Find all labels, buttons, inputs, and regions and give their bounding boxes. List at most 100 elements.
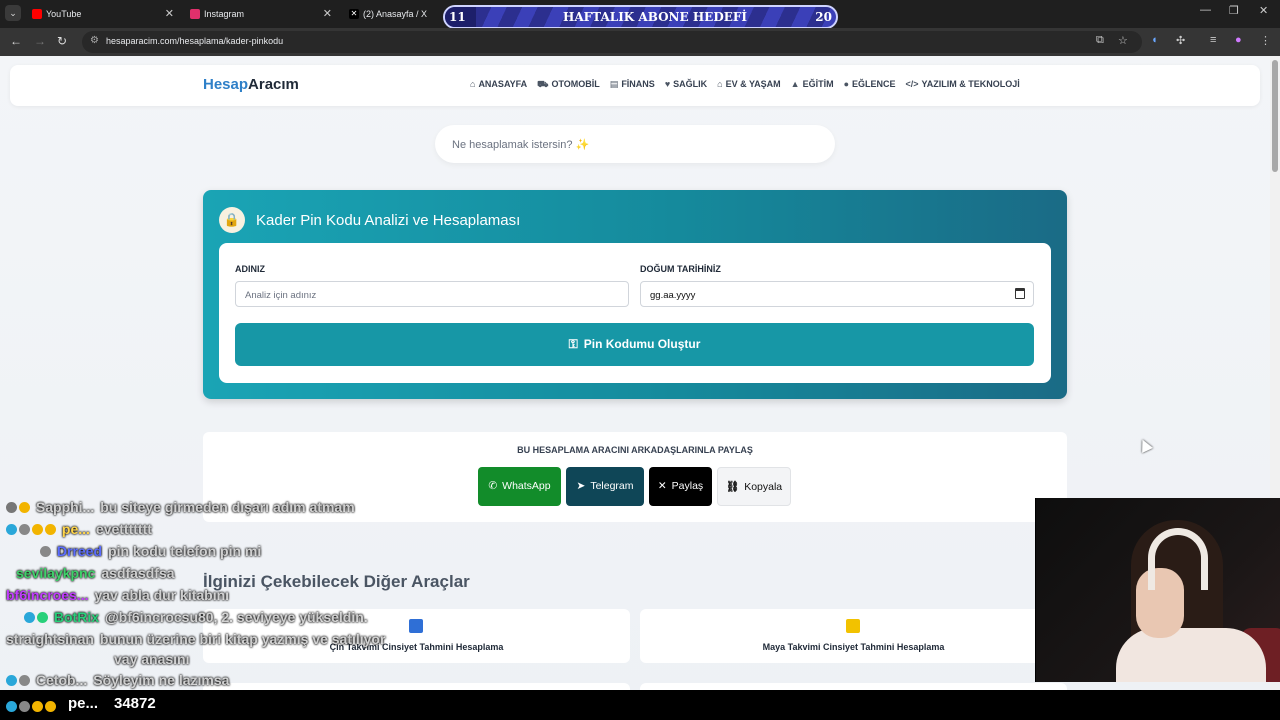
badge-icon — [19, 502, 30, 513]
site-header: HesapAracım ⌂ ANASAYFA ⛟ OTOMOBİL ▤ FİNANS … — [10, 65, 1260, 106]
badge-icon — [32, 524, 43, 535]
badge-icon — [40, 546, 51, 557]
close-tab-icon[interactable]: ✕ — [165, 3, 174, 25]
nav-item-otomobil[interactable]: ⛟ OTOMOBİL — [537, 79, 600, 93]
tab-x[interactable]: ✕ (2) Anasayfa / X — [347, 3, 443, 25]
close-window-icon[interactable]: ✕ — [1259, 4, 1268, 17]
chat-message: straightsinan bunun üzerine biri kitap ya… — [6, 631, 385, 647]
site-info-icon[interactable]: ⚙ — [90, 35, 99, 46]
x-logo-icon: ✕ — [349, 9, 359, 19]
nav-item-eglence[interactable]: ● EĞLENCE — [844, 79, 896, 93]
chat-username: Cetob... — [35, 672, 88, 688]
badge-icon — [32, 701, 43, 712]
calendar-icon[interactable] — [1015, 288, 1025, 299]
close-tab-icon[interactable]: ✕ — [323, 3, 332, 25]
chat-message: bf6incroes... yav abla dur kitabını — [6, 587, 229, 603]
logo-accent: Hesap — [203, 76, 249, 93]
chat-last-line: pe... 34872 — [0, 690, 1280, 720]
nav-label: EĞLENCE — [852, 79, 896, 89]
media-control-icon[interactable]: ≡ — [1210, 34, 1216, 46]
browser-toolbar: ← → ↻ ⚙ hesaparacim.com/hesaplama/kader-… — [0, 28, 1280, 56]
address-bar[interactable]: ⚙ hesaparacim.com/hesaplama/kader-pinkod… — [82, 31, 1142, 53]
nav-item-saglik[interactable]: ♥ SAĞLIK — [665, 79, 707, 93]
finance-icon: ▤ — [609, 79, 619, 89]
badge-icon — [24, 612, 35, 623]
related-tool-card[interactable]: Maya Takvimi Cinsiyet Tahmini Hesaplama — [640, 609, 1067, 663]
chat-text: 34872 — [114, 695, 156, 712]
profile-avatar-icon[interactable]: ● — [1235, 34, 1242, 46]
telegram-icon: ➤ — [576, 480, 586, 492]
tab-youtube[interactable]: YouTube ✕ — [30, 3, 180, 25]
chat-message: vay anasını — [114, 651, 190, 667]
whatsapp-share-button[interactable]: ✆ WhatsApp — [478, 467, 561, 506]
back-icon[interactable]: ← — [10, 34, 22, 48]
birthdate-label: DOĞUM TARİHİNİZ — [640, 264, 721, 274]
reload-icon[interactable]: ↻ — [57, 34, 67, 48]
tab-search-button[interactable]: ⌄ — [5, 5, 21, 21]
link-icon: ⛓ — [725, 481, 740, 493]
nav-item-ev-yasam[interactable]: ⌂ EV & YAŞAM — [717, 79, 780, 93]
nav-label: EV & YAŞAM — [725, 79, 781, 89]
chat-username: Drreed — [56, 543, 103, 559]
chat-username: sevilaykpnc — [16, 565, 96, 581]
nav-label: YAZILIM & TEKNOLOJİ — [921, 79, 1020, 89]
nav-item-egitim[interactable]: ▲ EĞİTİM — [791, 79, 834, 93]
forward-icon[interactable]: → — [34, 34, 46, 48]
badge-icon — [19, 524, 30, 535]
chat-text: pin kodu telefon pin mi — [108, 543, 262, 559]
tab-instagram[interactable]: Instagram ✕ — [188, 3, 338, 25]
browser-menu-icon[interactable]: ⋮ — [1260, 34, 1271, 47]
subscriber-goal-overlay: 11 HAFTALIK ABONE HEDEFİ 20 — [443, 5, 838, 29]
minimize-icon[interactable]: — — [1200, 4, 1211, 16]
chat-message: Sapphi... bu siteye girmeden dışarı adım … — [6, 499, 355, 515]
car-icon: ⛟ — [537, 79, 549, 89]
main-nav: ⌂ ANASAYFA ⛟ OTOMOBİL ▤ FİNANS ♥ SAĞLIK ⌂ EV … — [470, 79, 1020, 93]
chat-text: bunun üzerine biri kitap yazmış ve satıl… — [99, 631, 386, 647]
extensions-puzzle-icon[interactable]: ✣ — [1176, 34, 1185, 47]
restore-icon[interactable]: ❐ — [1229, 4, 1239, 17]
share-title: BU HESAPLAMA ARACINI ARKADAŞLARINLA PAYL… — [517, 445, 753, 455]
badge-icon — [45, 524, 56, 535]
extension-audio-icon[interactable]: ◖ — [1151, 34, 1158, 46]
name-placeholder: Analiz için adınız — [245, 290, 317, 301]
calculator-title: Kader Pin Kodu Analizi ve Hesaplaması — [256, 212, 521, 229]
calculator-form: ADINIZ Analiz için adınız DOĞUM TARİHİNİ… — [219, 243, 1051, 383]
chat-username: straightsinan — [6, 631, 94, 647]
site-search-input[interactable]: Ne hesaplamak istersin? ✨ — [435, 125, 835, 163]
bookmark-star-icon[interactable]: ☆ — [1118, 34, 1128, 47]
url-text: hesaparacim.com/hesaplama/kader-pinkodu — [106, 36, 284, 46]
nav-item-finans[interactable]: ▤ FİNANS — [610, 79, 655, 93]
x-share-button[interactable]: ✕ Paylaş — [649, 467, 712, 506]
instagram-icon — [190, 9, 200, 19]
install-app-icon[interactable]: ⧉ — [1096, 34, 1104, 47]
goal-current: 11 — [449, 10, 466, 24]
name-input[interactable]: Analiz için adınız — [235, 281, 629, 307]
calendar-icon — [846, 619, 860, 633]
nav-label: FİNANS — [621, 79, 655, 89]
nav-item-anasayfa[interactable]: ⌂ ANASAYFA — [470, 79, 527, 93]
copy-link-button[interactable]: ⛓ Kopyala — [717, 467, 791, 506]
streamer-body — [1116, 628, 1266, 682]
chat-username: pe... — [68, 695, 99, 712]
chat-username: bf6incroes... — [6, 587, 89, 603]
scrollbar-thumb[interactable] — [1272, 60, 1278, 172]
browser-tab-bar: ⌄ YouTube ✕ Instagram ✕ ✕ (2) Anasayfa /… — [0, 0, 1280, 29]
chat-text: evettttttt — [95, 521, 152, 537]
related-tool-label: Maya Takvimi Cinsiyet Tahmini Hesaplama — [762, 642, 945, 652]
chat-message: BotRix @bf6incrocsu80, 2. seviyeye yüksel… — [24, 609, 368, 625]
birthdate-input[interactable]: gg.aa.yyyy — [640, 281, 1034, 307]
telegram-share-button[interactable]: ➤ Telegram — [566, 467, 644, 506]
goal-target: 20 — [815, 10, 832, 24]
tab-label: (2) Anasayfa / X — [363, 9, 428, 19]
nav-item-yazilim[interactable]: </> YAZILIM & TEKNOLOJİ — [906, 79, 1020, 93]
goal-title: HAFTALIK ABONE HEDEFİ — [563, 10, 748, 24]
lightbulb-icon: ● — [843, 79, 849, 89]
nav-label: ANASAYFA — [478, 79, 528, 89]
chat-username: Sapphi... — [35, 499, 95, 515]
site-logo[interactable]: HesapAracım — [203, 76, 299, 93]
nav-label: EĞİTİM — [802, 79, 834, 89]
badge-icon — [19, 675, 30, 686]
badge-icon — [6, 701, 17, 712]
chat-username: pe... — [61, 521, 90, 537]
generate-pin-button[interactable]: ⚿ Pin Kodumu Oluştur — [235, 323, 1034, 366]
